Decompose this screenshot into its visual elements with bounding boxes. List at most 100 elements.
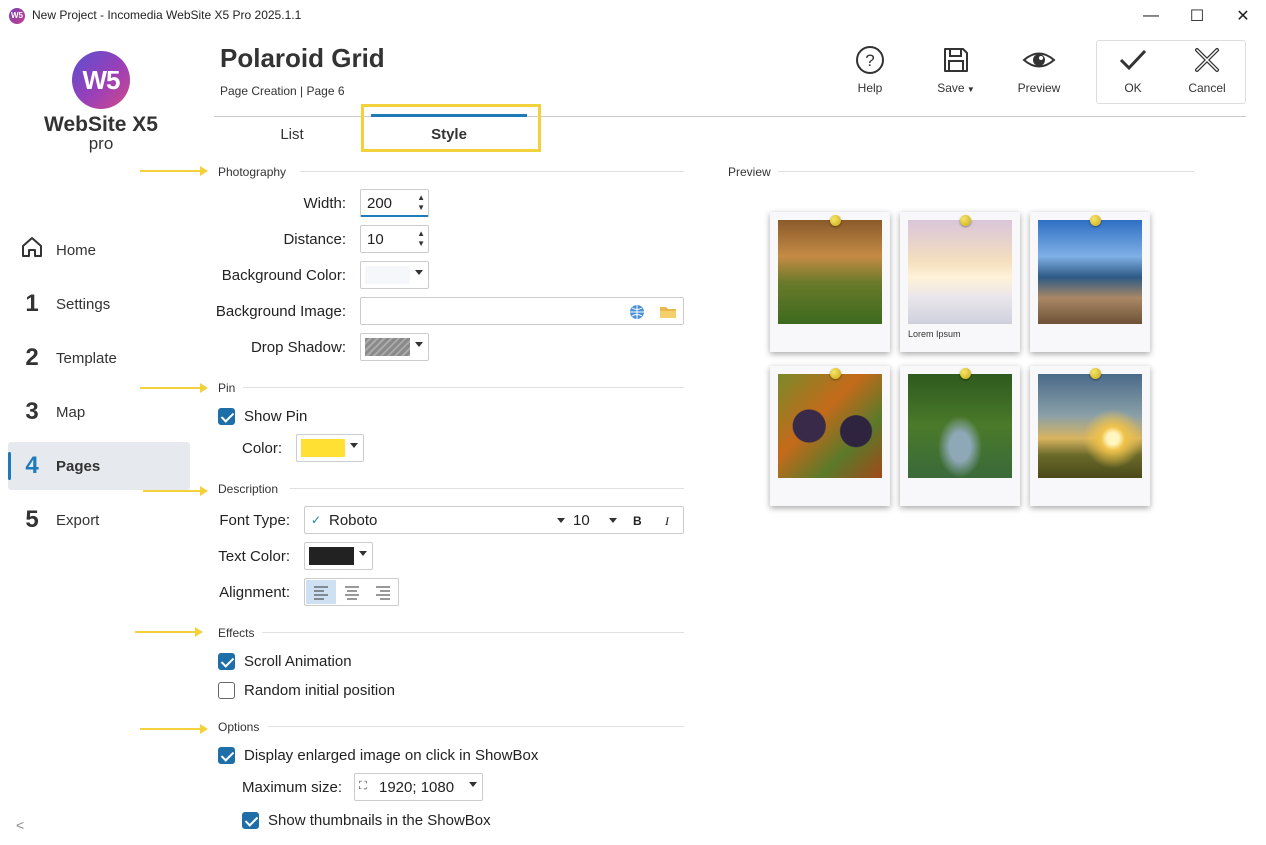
sidebar-item-home[interactable]: Home [8, 226, 190, 274]
text-color-picker[interactable] [304, 542, 373, 570]
window-title: New Project - Incomedia WebSite X5 Pro 2… [32, 8, 302, 22]
width-stepper[interactable]: 200 ▲ ▼ [360, 189, 429, 217]
font-type-label: Font Type: [219, 512, 290, 529]
collapse-sidebar-button[interactable]: < [16, 817, 24, 833]
resize-icon: ⛶ [359, 780, 367, 792]
scroll-animation-checkbox[interactable] [218, 653, 235, 670]
distance-value: 10 [367, 231, 384, 248]
stepper-arrows-icon[interactable]: ▲ ▼ [417, 193, 425, 213]
polaroid-card [770, 366, 890, 506]
stepper-arrows-icon[interactable]: ▲ ▼ [417, 229, 425, 249]
thumbnails-label: Show thumbnails in the ShowBox [268, 812, 491, 829]
bgimage-field[interactable] [360, 297, 684, 325]
chevron-down-icon [350, 443, 358, 448]
italic-button[interactable]: I [665, 514, 669, 529]
align-right-button[interactable] [368, 580, 398, 604]
section-title-photography: Photography [218, 165, 287, 179]
shadow-picker[interactable] [360, 333, 429, 361]
sidebar-item-pages[interactable]: 4 Pages [8, 442, 190, 490]
align-right-icon [376, 586, 390, 600]
section-title-pin: Pin [218, 381, 236, 395]
max-size-value: 1920; 1080 [379, 779, 455, 796]
breadcrumb: Page Creation | Page 6 [220, 84, 345, 98]
save-label: Save [937, 81, 965, 95]
preview-button[interactable]: Preview [1004, 45, 1074, 95]
max-size-label: Maximum size: [242, 779, 343, 796]
section-divider [262, 632, 684, 633]
show-pin-checkbox[interactable] [218, 408, 235, 425]
help-button[interactable]: ? Help [835, 45, 905, 95]
shadow-label: Drop Shadow: [250, 339, 346, 356]
logo-text: WebSite X5 [44, 113, 158, 136]
sidebar-item-number: 4 [25, 452, 39, 479]
sidebar-item-label: Pages [56, 457, 101, 475]
annotation-arrow [140, 166, 208, 176]
close-window-button[interactable]: ✕ [1220, 0, 1266, 32]
random-position-checkbox[interactable] [218, 682, 235, 699]
polaroid-card [1030, 212, 1150, 352]
photo-apple-orchard [908, 374, 1012, 478]
photo-pier-lake [1038, 220, 1142, 324]
polaroid-card [770, 212, 890, 352]
shadow-swatch [365, 338, 410, 356]
pin-icon [1090, 215, 1101, 226]
ok-button[interactable]: OK [1098, 45, 1168, 95]
sidebar-item-label: Template [56, 349, 117, 367]
section-divider [778, 171, 1194, 172]
bold-button[interactable]: B [633, 514, 642, 528]
align-center-button[interactable] [337, 580, 367, 604]
bgcolor-swatch [365, 266, 410, 284]
photo-grapes [778, 374, 882, 478]
pin-icon [960, 368, 971, 379]
section-divider [300, 171, 684, 172]
align-left-button[interactable] [306, 580, 336, 604]
font-select-value[interactable]: Roboto [329, 512, 377, 529]
pin-color-picker[interactable] [296, 434, 364, 462]
sidebar-item-number: 3 [25, 398, 39, 425]
section-divider [268, 726, 684, 727]
random-position-label: Random initial position [244, 682, 395, 699]
pin-icon [960, 215, 971, 226]
save-icon [944, 48, 968, 72]
bgimage-label: Background Image: [215, 303, 346, 320]
distance-label: Distance: [283, 231, 346, 248]
showbox-checkbox[interactable] [218, 747, 235, 764]
chevron-down-icon[interactable] [609, 518, 617, 523]
max-size-select[interactable]: ⛶ 1920; 1080 [354, 773, 483, 801]
minimize-button[interactable]: — [1128, 0, 1174, 32]
text-color-label: Text Color: [218, 548, 290, 565]
thumbnails-checkbox[interactable] [242, 812, 259, 829]
pin-color-swatch [301, 439, 345, 457]
save-button[interactable]: Save ▼ [921, 45, 991, 95]
font-size-value[interactable]: 10 [573, 512, 590, 529]
help-icon: ? [856, 46, 884, 74]
tab-list[interactable]: List [252, 126, 332, 143]
maximize-button[interactable]: ☐ [1174, 0, 1220, 32]
polaroid-card [1030, 366, 1150, 506]
width-value: 200 [367, 195, 393, 212]
cancel-button[interactable]: Cancel [1172, 45, 1242, 95]
section-divider [290, 488, 684, 489]
ok-label: OK [1124, 81, 1142, 95]
globe-icon[interactable] [629, 304, 645, 320]
bgcolor-picker[interactable] [360, 261, 429, 289]
help-label: Help [857, 81, 883, 95]
chevron-down-icon [359, 551, 367, 556]
sidebar-item-template[interactable]: 2 Template [8, 334, 190, 382]
distance-stepper[interactable]: 10 ▲ ▼ [360, 225, 429, 253]
chevron-down-icon [469, 782, 477, 787]
sidebar-item-export[interactable]: 5 Export [8, 496, 190, 544]
annotation-arrow [143, 486, 208, 496]
sidebar-item-map[interactable]: 3 Map [8, 388, 190, 436]
chevron-down-icon[interactable] [557, 518, 565, 523]
svg-text:?: ? [865, 51, 874, 70]
chevron-down-icon [415, 342, 423, 347]
bgcolor-label: Background Color: [221, 267, 346, 284]
photo-autumn-house [778, 220, 882, 324]
photo-caption: Lorem Ipsum [908, 329, 961, 339]
sidebar-item-settings[interactable]: 1 Settings [8, 280, 190, 328]
cancel-label: Cancel [1188, 81, 1226, 95]
font-toolbar: ✓ Roboto 10 B I [304, 506, 684, 534]
section-divider [243, 387, 684, 388]
folder-icon[interactable] [659, 304, 677, 320]
